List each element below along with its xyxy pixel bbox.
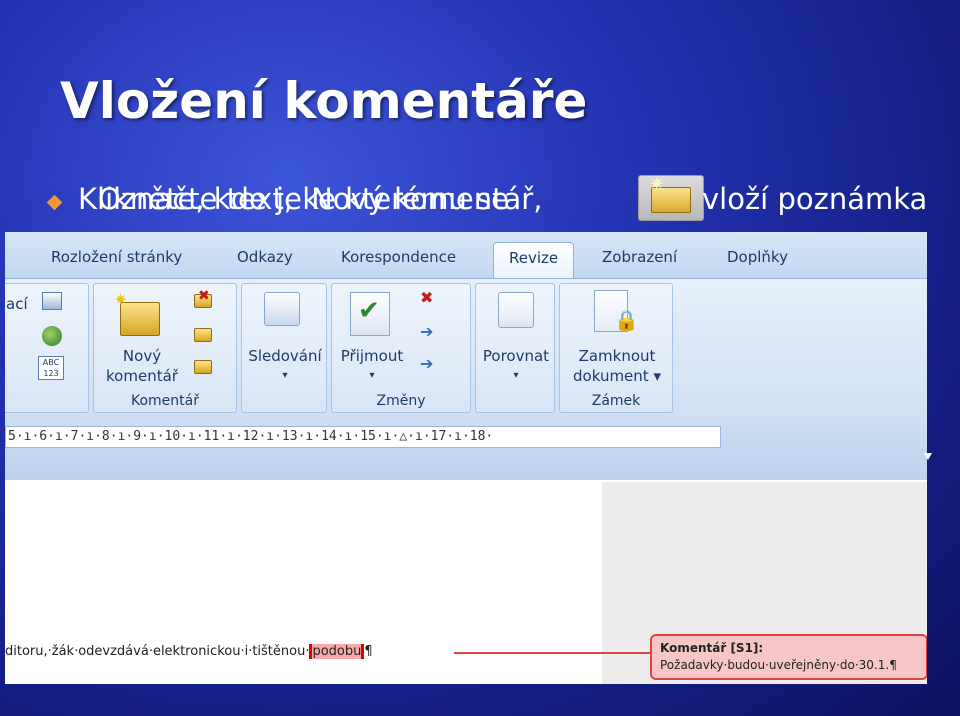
bullet-text-b: Označte text, ke kterému se [98, 182, 509, 216]
ribbon: ací ABC 123 ✷ Nový komentář ✖ Komentář S… [5, 278, 927, 416]
tab-addins[interactable]: Doplňky [727, 248, 788, 266]
tab-review[interactable]: Revize [493, 242, 575, 282]
next-change-icon[interactable]: ➔ [420, 356, 433, 372]
new-comment-label-1[interactable]: Nový [94, 346, 190, 366]
commented-text[interactable]: podobu [309, 644, 365, 659]
previous-change-icon[interactable]: ➔ [420, 324, 433, 340]
ruler: 5·ı·6·ı·7·ı·8·ı·9·ı·10·ı·11·ı·12·ı·13·ı·… [5, 416, 927, 480]
compare-arrow-icon[interactable]: ▾ [476, 366, 556, 386]
bullet-diamond-icon [46, 194, 63, 211]
tab-mailings[interactable]: Korespondence [341, 248, 456, 266]
track-changes-icon[interactable] [264, 292, 300, 326]
checkmark-icon: ✔ [358, 296, 380, 326]
word-count-icon[interactable]: ABC 123 [38, 356, 64, 380]
group-protect-label: Zámek [591, 393, 641, 409]
compare-label[interactable]: Porovnat [476, 346, 556, 366]
sparkle-icon: ✷ [649, 174, 665, 195]
document-text-before: ditoru,·žák·odevzdává·elektronickou·i·ti… [5, 644, 310, 659]
track-changes-label[interactable]: Sledování [242, 346, 328, 366]
track-changes-arrow-icon[interactable]: ▾ [242, 366, 328, 386]
group-protect: 🔒 Zamknout dokument ▾ Zámek [559, 283, 673, 413]
accept-arrow-icon[interactable]: ▾ [332, 366, 412, 386]
compare-icon[interactable] [498, 292, 534, 328]
group-proofing-partial: ací ABC 123 [5, 283, 89, 413]
paragraph-mark: ¶ [364, 644, 373, 659]
translate-icon[interactable] [42, 292, 62, 310]
tab-references[interactable]: Odkazy [237, 248, 293, 266]
partial-label: ací [6, 295, 28, 313]
lock-icon: 🔒 [614, 308, 639, 332]
ruler-text: 5·ı·6·ı·7·ı·8·ı·9·ı·10·ı·11·ı·12·ı·13·ı·… [8, 429, 494, 444]
group-comments-label: Komentář [131, 393, 199, 409]
tab-page-layout[interactable]: Rozložení stránky [51, 248, 182, 266]
word-screenshot: Rozložení stránky Odkazy Korespondence R… [5, 232, 927, 684]
comment-connector [454, 652, 650, 654]
protect-label-2[interactable]: dokument ▾ [560, 366, 674, 386]
bullet-line: Klikněte, kde je Nový komentář, Označte … [40, 175, 960, 228]
new-comment-sparkle-icon: ✷ [114, 290, 128, 309]
comment-text[interactable]: Požadavky·budou·uveřejněny·do·30.1.¶ [660, 658, 897, 672]
ruler-strip[interactable]: 5·ı·6·ı·7·ı·8·ı·9·ı·10·ı·11·ı·12·ı·13·ı·… [5, 426, 721, 448]
group-tracking: Sledování ▾ [241, 283, 327, 413]
group-comments: ✷ Nový komentář ✖ Komentář [93, 283, 237, 413]
accept-label[interactable]: Přijmout [332, 346, 412, 366]
comment-balloon[interactable]: Komentář [S1]: Požadavky·budou·uveřejněn… [650, 634, 927, 680]
slide-title: Vložení komentáře [60, 72, 588, 130]
new-comment-label-2[interactable]: komentář [94, 366, 190, 386]
tab-view[interactable]: Zobrazení [602, 248, 677, 266]
document-text[interactable]: ditoru,·žák·odevzdává·elektronickou·i·ti… [5, 644, 373, 659]
previous-comment-icon[interactable] [194, 328, 212, 342]
group-compare: Porovnat ▾ [475, 283, 555, 413]
reject-change-icon[interactable]: ✖ [420, 290, 433, 306]
ribbon-tab-bar: Rozložení stránky Odkazy Korespondence R… [5, 232, 927, 282]
next-comment-icon[interactable] [194, 360, 212, 374]
bullet-text-c: vloží poznámka [702, 182, 928, 216]
comment-label: Komentář [S1]: [660, 641, 764, 655]
new-comment-icon: ✷ [638, 175, 704, 221]
scroll-arrow-icon[interactable] [924, 453, 932, 460]
protect-label-1[interactable]: Zamknout [560, 346, 674, 366]
delete-x-icon: ✖ [198, 288, 210, 304]
globe-icon[interactable] [42, 326, 62, 346]
group-changes-label: Změny [376, 393, 426, 409]
group-changes: ✔ Přijmout ▾ ✖ ➔ ➔ Změny [331, 283, 471, 413]
